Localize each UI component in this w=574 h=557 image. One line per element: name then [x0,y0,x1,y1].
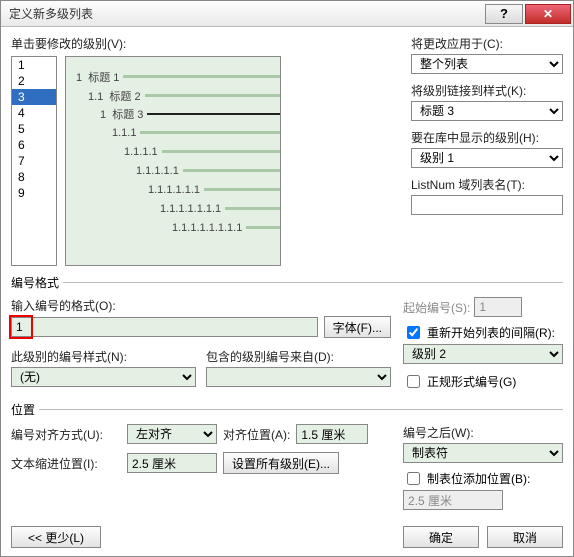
legal-label: 正规形式编号(G) [427,373,516,390]
click-level-label: 单击要修改的级别(V): [11,35,281,52]
number-format-input[interactable] [11,317,318,337]
align-at-label: 对齐位置(A): [223,426,290,443]
content-area: 单击要修改的级别(V): 123456789 1 标题 11.1 标题 21 标… [1,27,573,518]
number-format-group: 编号格式 输入编号的格式(O): 字体(F)... 此级别的编号样式(N): [11,274,563,391]
set-all-levels-button[interactable]: 设置所有级别(E)... [223,452,339,474]
level-item-7[interactable]: 7 [12,153,56,169]
preview-pane: 1 标题 11.1 标题 21 标题 31.1.11.1.1.11.1.1.1.… [65,56,281,266]
listnum-input[interactable] [411,195,563,215]
position-group: 位置 编号对齐方式(U): 左对齐 对齐位置(A): 文本缩进位置(I): 设置… [11,401,563,510]
level-item-9[interactable]: 9 [12,185,56,201]
num-style-label: 此级别的编号样式(N): [11,348,196,365]
help-button[interactable]: ? [485,4,523,24]
dialog-footer: << 更少(L) 确定 取消 [1,518,573,556]
gallery-level-label: 要在库中显示的级别(H): [411,129,563,146]
apply-to-label: 将更改应用于(C): [411,35,563,52]
less-button[interactable]: << 更少(L) [11,526,101,548]
align-select[interactable]: 左对齐 [127,424,217,444]
listnum-label: ListNum 域列表名(T): [411,176,563,193]
restart-label: 重新开始列表的间隔(R): [427,324,555,341]
level-listbox[interactable]: 123456789 [11,56,57,266]
level-item-6[interactable]: 6 [12,137,56,153]
level-item-8[interactable]: 8 [12,169,56,185]
tab-add-checkbox-row[interactable]: 制表位添加位置(B): [403,469,563,488]
start-at-label: 起始编号(S): [403,299,470,316]
level-item-1[interactable]: 1 [12,57,56,73]
close-button[interactable]: ✕ [525,4,571,24]
tab-add-label: 制表位添加位置(B): [427,470,530,487]
restart-checkbox-row[interactable]: 重新开始列表的间隔(R): [403,323,563,342]
follow-select[interactable]: 制表符 [403,443,563,463]
indent-input[interactable] [127,453,217,473]
font-button[interactable]: 字体(F)... [324,316,391,338]
number-format-legend: 编号格式 [11,274,63,291]
restart-level-select[interactable]: 级别 2 [403,344,563,364]
level-item-3[interactable]: 3 [12,89,56,105]
include-from-label: 包含的级别编号来自(D): [206,348,391,365]
restart-checkbox[interactable] [407,326,420,339]
link-style-label: 将级别链接到样式(K): [411,82,563,99]
align-at-input[interactable] [296,424,368,444]
ok-button[interactable]: 确定 [403,526,479,548]
titlebar[interactable]: 定义新多级列表 ? ✕ [1,1,573,27]
indent-label: 文本缩进位置(I): [11,455,121,472]
window-title: 定义新多级列表 [9,5,483,22]
cancel-button[interactable]: 取消 [487,526,563,548]
link-style-select[interactable]: 标题 3 [411,101,563,121]
legal-checkbox-row[interactable]: 正规形式编号(G) [403,372,563,391]
dialog-window: 定义新多级列表 ? ✕ 单击要修改的级别(V): 123456789 1 标题 … [0,0,574,557]
level-item-2[interactable]: 2 [12,73,56,89]
start-at-input [474,297,522,317]
apply-to-select[interactable]: 整个列表 [411,54,563,74]
enter-format-label: 输入编号的格式(O): [11,297,391,314]
position-legend: 位置 [11,401,39,418]
tab-add-checkbox[interactable] [407,472,420,485]
legal-checkbox[interactable] [407,375,420,388]
level-item-5[interactable]: 5 [12,121,56,137]
include-from-select[interactable] [206,367,391,387]
tab-add-input [403,490,503,510]
num-style-select[interactable]: (无) [11,367,196,387]
follow-label: 编号之后(W): [403,424,563,441]
gallery-level-select[interactable]: 级别 1 [411,148,563,168]
align-label: 编号对齐方式(U): [11,426,121,443]
level-item-4[interactable]: 4 [12,105,56,121]
